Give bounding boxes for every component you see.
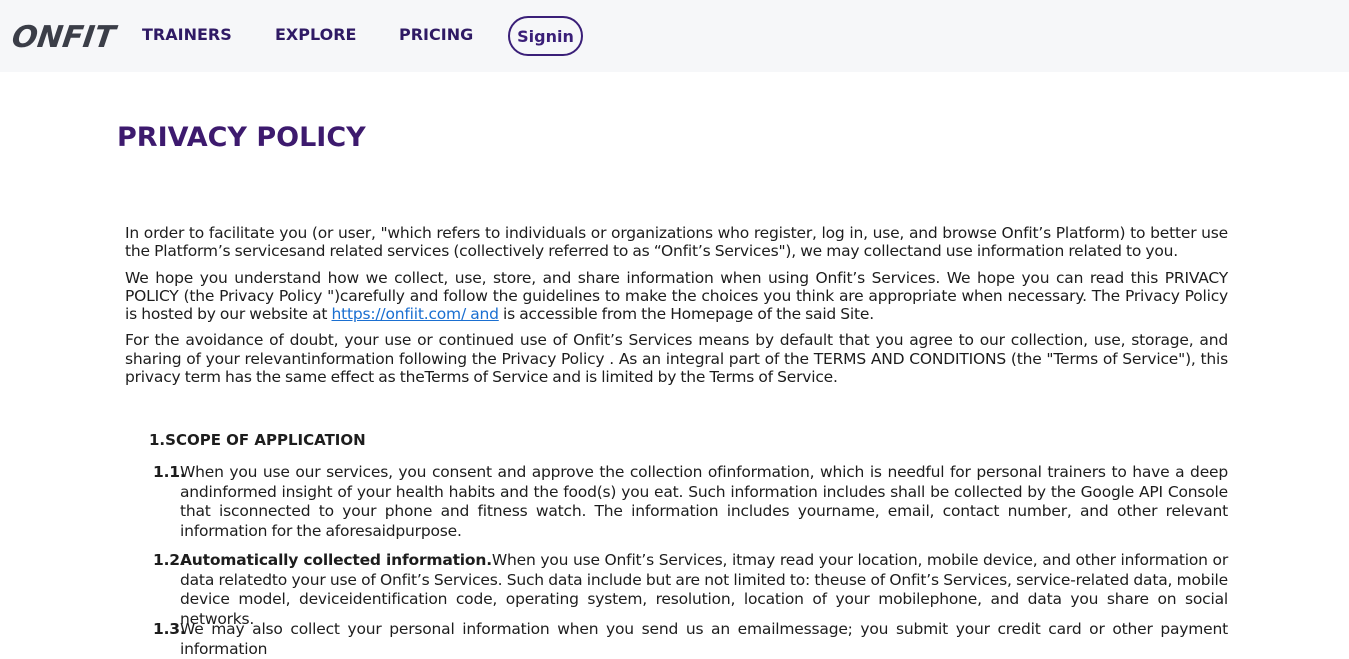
- nav-link-explore[interactable]: EXPLORE: [275, 24, 356, 46]
- onfit-logo[interactable]: ONFIT: [9, 18, 118, 58]
- section-heading-scope: 1.SCOPE OF APPLICATION: [149, 431, 366, 449]
- intro-section: In order to facilitate you (or user, "wh…: [125, 224, 1228, 394]
- website-link[interactable]: https://onfiit.com/ and: [332, 305, 499, 323]
- clause-1-3: 1.3. We may also collect your personal in…: [153, 620, 1228, 659]
- intro-paragraph-2-tail: is accessible from the Homepage of the s…: [498, 305, 874, 324]
- top-navbar: ONFIT TRAINERS EXPLORE PRICING Signin: [0, 0, 1349, 72]
- nav-link-trainers[interactable]: TRAINERS: [142, 24, 232, 46]
- clause-bold-lead: Automatically collected information.: [180, 551, 492, 569]
- clause-1-2: 1.2. Automatically collected information.…: [153, 551, 1228, 629]
- clause-number: 1.1.: [153, 463, 186, 481]
- clause-text: When you use our services, you consent a…: [180, 463, 1228, 540]
- nav-link-pricing[interactable]: PRICING: [399, 24, 473, 46]
- signin-button[interactable]: Signin: [508, 16, 583, 56]
- intro-paragraph-1: In order to facilitate you (or user, "wh…: [125, 224, 1228, 261]
- clause-number: 1.3.: [153, 620, 186, 638]
- page-title: PRIVACY POLICY: [117, 122, 366, 153]
- clause-1-1: 1.1. When you use our services, you conse…: [153, 463, 1228, 541]
- clause-number: 1.2.: [153, 551, 186, 569]
- intro-paragraph-3: For the avoidance of doubt, your use or …: [125, 331, 1228, 387]
- clause-text: We may also collect your personal inform…: [180, 620, 1228, 658]
- intro-paragraph-2: We hope you understand how we collect, u…: [125, 269, 1228, 324]
